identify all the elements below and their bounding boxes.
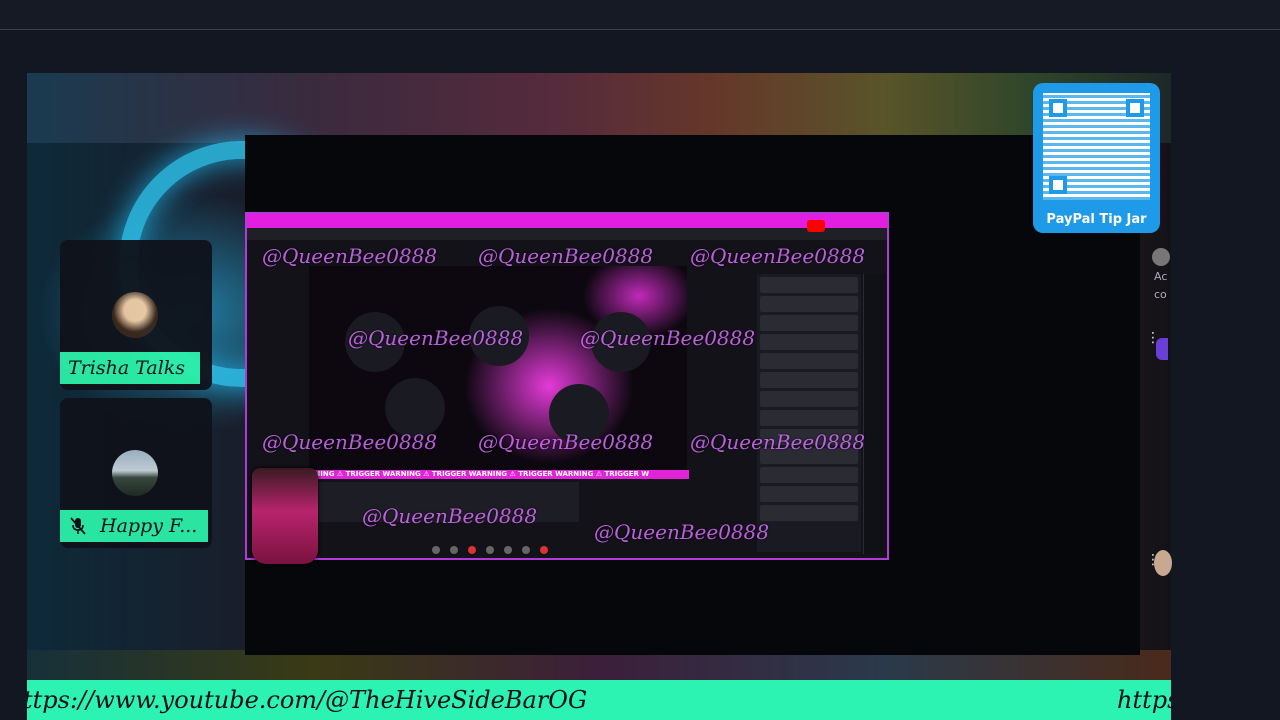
participant-name: Trisha Talks [60,352,200,384]
avatar [1152,248,1170,266]
tip-jar-label: PayPal Tip Jar [1046,212,1147,227]
panel-text: co [1154,288,1167,301]
watermark: @QueenBee0888 [594,520,770,544]
watermark: @QueenBee0888 [478,430,654,454]
url-ticker: ttps://www.youtube.com/@TheHiveSideBarOG… [27,680,1171,720]
watermark: @QueenBee0888 [690,430,866,454]
ticker-text: ttps://www.youtube.com/@TheHiveSideBarOG [27,686,588,714]
watermark: @QueenBee0888 [262,430,438,454]
paypal-tip-jar[interactable]: PayPal Tip Jar [1033,83,1160,233]
participant-name-bar: Happy F... [60,510,208,542]
qr-finder [1126,99,1144,117]
participant-name: Happy F... [100,515,198,537]
mic-off-icon [70,517,86,535]
ticker-text-repeat: https [1117,686,1171,714]
shared-chat-panel [757,274,861,552]
qr-finder [1049,99,1067,117]
speaker-circle [385,378,445,438]
avatar [112,292,158,338]
watermark: @QueenBee0888 [348,326,524,350]
trigger-warning-banner: RNING ⚠ TRIGGER WARNING ⚠ TRIGGER WARNIN… [309,470,689,479]
top-bar [0,0,1280,30]
watermark: @QueenBee0888 [362,504,538,528]
browser-tab-strip [247,214,887,228]
watermark: @QueenBee0888 [580,326,756,350]
watermark: @QueenBee0888 [262,244,438,268]
qr-finder [1049,176,1067,194]
tip-cup-image [252,468,318,564]
avatar [112,450,158,496]
avatar [1154,550,1172,576]
browser-address-bar [247,228,887,240]
shared-side-toolbar [863,274,887,554]
participant-tile[interactable]: Happy F... [60,398,212,548]
right-side-panel: Ac co ⋮ ⋮ [1146,240,1172,600]
participant-tile[interactable]: Trisha Talks [60,240,212,390]
watermark: @QueenBee0888 [478,244,654,268]
panel-button[interactable] [1156,338,1168,360]
shared-control-bar [427,542,577,556]
watermark: @QueenBee0888 [690,244,866,268]
brick-wall-background [27,73,1171,143]
panel-text: Ac [1154,270,1168,283]
youtube-icon [807,220,825,232]
